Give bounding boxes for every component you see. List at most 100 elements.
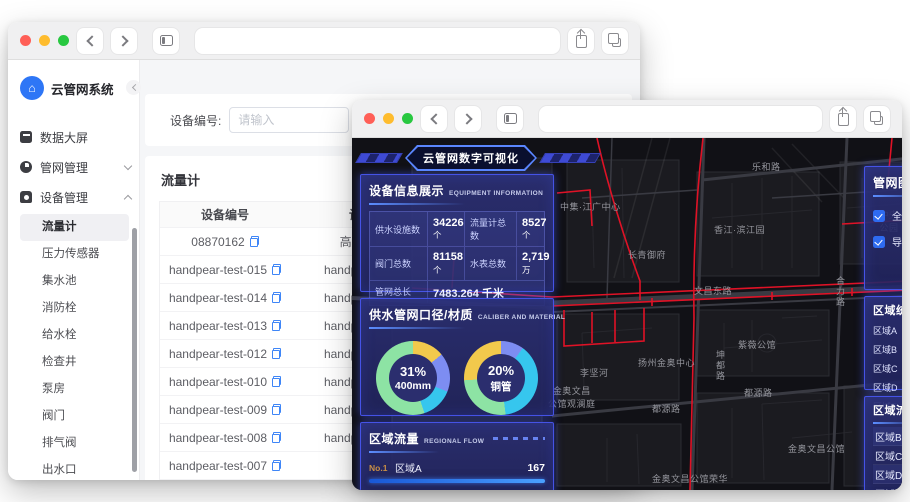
copy-id-icon[interactable] bbox=[272, 432, 282, 443]
legend-item[interactable]: 区域D bbox=[873, 381, 902, 394]
submenu-item-flowmeter[interactable]: 流量计 bbox=[20, 214, 129, 241]
header-deco-dots bbox=[493, 437, 545, 440]
minimize-button[interactable] bbox=[383, 113, 394, 124]
sidebar-toggle-icon bbox=[159, 35, 173, 46]
checkbox-checked-icon[interactable] bbox=[873, 235, 885, 248]
legend-label: 区域C bbox=[873, 364, 898, 374]
submenu-item-water-hydrant[interactable]: 给水栓 bbox=[20, 322, 129, 349]
map-label-street: 合力路 bbox=[835, 276, 845, 308]
region-speed-row[interactable]: 区域D bbox=[873, 465, 902, 484]
legend-item[interactable]: 区域C bbox=[873, 362, 902, 375]
stat-unit: 个 bbox=[433, 230, 442, 241]
address-bar[interactable] bbox=[539, 105, 822, 132]
copy-id-icon[interactable] bbox=[272, 376, 282, 387]
map-label-place: 长青御府 bbox=[628, 250, 667, 260]
stat-label: 供水设施数 bbox=[375, 224, 421, 235]
forward-icon bbox=[116, 34, 129, 47]
back-button[interactable] bbox=[421, 105, 447, 132]
layer-checkbox-row[interactable]: 导入 bbox=[873, 234, 902, 249]
region-value: 167 bbox=[527, 461, 545, 474]
submenu-item-collecting-pool[interactable]: 集水池 bbox=[20, 268, 129, 295]
maximize-button[interactable] bbox=[58, 35, 69, 46]
menu-item-pipe-mgmt[interactable]: 管网管理 bbox=[20, 152, 133, 182]
region-speed-row[interactable]: 区域E bbox=[873, 484, 902, 491]
map-label-place: 金奥文昌 公馆观澜庭 bbox=[548, 386, 596, 409]
donut-percent: 31% bbox=[399, 364, 427, 379]
device-id: handpear-test-007 bbox=[168, 458, 268, 473]
menu-item-data-screen[interactable]: 数据大屏 bbox=[20, 122, 131, 152]
checkbox-checked-icon[interactable] bbox=[873, 209, 885, 222]
stat-unit: 万 bbox=[522, 264, 531, 275]
copy-id-icon[interactable] bbox=[272, 292, 282, 303]
layer-checkbox-row[interactable]: 全选 bbox=[873, 208, 902, 223]
donut-percent: 20% bbox=[487, 362, 515, 378]
region-speed-row[interactable]: 区域C bbox=[873, 446, 902, 465]
copy-id-icon[interactable] bbox=[272, 404, 282, 415]
copy-icon bbox=[607, 33, 621, 47]
device-no-input[interactable] bbox=[229, 107, 350, 133]
submenu-item-pump-house[interactable]: 泵房 bbox=[20, 376, 129, 403]
title-underline bbox=[873, 422, 902, 424]
forward-button[interactable] bbox=[111, 27, 137, 54]
panel-subtitle: CALIBER AND MATERIAL bbox=[477, 314, 566, 321]
device-id: handpear-test-014 bbox=[168, 290, 268, 305]
panel-equipment-info: 设备信息展示 EQUIPMENT INFORMATION 供水设施数 34226… bbox=[360, 174, 554, 306]
share-button[interactable] bbox=[568, 27, 594, 54]
forward-button[interactable] bbox=[455, 105, 481, 132]
address-bar[interactable] bbox=[195, 27, 560, 54]
tab-overview-button[interactable] bbox=[153, 27, 179, 54]
submenu-item-valve[interactable]: 阀门 bbox=[20, 403, 129, 430]
region-speed-row[interactable]: 区域B bbox=[873, 427, 902, 446]
collapse-icon bbox=[131, 83, 139, 92]
title-underline bbox=[873, 195, 902, 197]
donut-material: 20% 铜管 bbox=[464, 341, 538, 415]
close-button[interactable] bbox=[364, 113, 375, 124]
back-button[interactable] bbox=[77, 27, 103, 54]
sidebar-menu: 数据大屏 管网管理 设备管理 bbox=[8, 112, 139, 212]
submenu-item-fire-hydrant[interactable]: 消防栓 bbox=[20, 295, 129, 322]
device-id: handpear-test-013 bbox=[168, 318, 268, 333]
copy-tabs-button[interactable] bbox=[602, 27, 628, 54]
map-label-street: 坤都路 bbox=[715, 350, 725, 382]
panel-region-stats: 区域统计 区域A 区域B 区域C 区域D 区域E 0 bbox=[864, 296, 902, 412]
equipment-stats-grid: 供水设施数 34226 个 流量计总数 8527 个 阀门总数 81158 个 水表总… bbox=[369, 211, 550, 306]
map-label-street: 文昌东路 bbox=[694, 286, 733, 296]
map-label-place: 扬州金奥中心 bbox=[638, 358, 696, 368]
legend-item[interactable]: 区域A bbox=[873, 324, 902, 337]
sidebar-scrollbar[interactable] bbox=[132, 228, 137, 472]
submenu-item-outlet[interactable]: 出水口 bbox=[20, 457, 129, 480]
legend-item[interactable]: 区域B bbox=[873, 343, 902, 356]
sidebar-collapse-button[interactable] bbox=[126, 80, 141, 95]
share-button[interactable] bbox=[830, 105, 856, 132]
copy-id-icon[interactable] bbox=[272, 460, 282, 471]
device-id: handpear-test-009 bbox=[168, 402, 268, 417]
panel-region-speed: 区域流速 区域B 区域C 区域D 区域E bbox=[864, 396, 902, 490]
col-header-device-no: 设备编号 bbox=[200, 208, 249, 222]
minimize-button[interactable] bbox=[39, 35, 50, 46]
device-id: handpear-test-012 bbox=[168, 346, 268, 361]
sidebar-submenu: 流量计 压力传感器 集水池 消防栓 给水栓 检查井 泵房 阀门 排气阀 出水口 … bbox=[8, 212, 139, 480]
copy-id-icon[interactable] bbox=[272, 348, 282, 359]
copy-id-icon[interactable] bbox=[272, 264, 282, 275]
submenu-item-inspection-well[interactable]: 检查井 bbox=[20, 349, 129, 376]
data-screen-icon bbox=[20, 131, 32, 143]
device-no-label: 设备编号: bbox=[170, 113, 222, 128]
close-button[interactable] bbox=[20, 35, 31, 46]
copy-id-icon[interactable] bbox=[249, 236, 259, 247]
copy-id-icon[interactable] bbox=[272, 320, 282, 331]
maximize-button[interactable] bbox=[402, 113, 413, 124]
panel-pipe-layers: 管网图层 全选 导入 bbox=[864, 166, 902, 290]
share-icon bbox=[837, 108, 849, 126]
submenu-item-exhaust-valve[interactable]: 排气阀 bbox=[20, 430, 129, 457]
stat-value: 8527 bbox=[522, 216, 547, 229]
tab-overview-button[interactable] bbox=[497, 105, 523, 132]
menu-item-device-mgmt[interactable]: 设备管理 bbox=[20, 182, 133, 212]
map-label-river: 李坚河 bbox=[580, 368, 609, 378]
title-underline bbox=[369, 451, 439, 453]
stat-unit: 个 bbox=[433, 264, 442, 275]
copy-tabs-button[interactable] bbox=[864, 105, 890, 132]
submenu-item-pressure-sensor[interactable]: 压力传感器 bbox=[20, 241, 129, 268]
dashboard-title: 云管网数字可视化 bbox=[407, 147, 535, 169]
share-icon bbox=[575, 30, 587, 48]
map-label-street: 乐和路 bbox=[752, 162, 781, 172]
